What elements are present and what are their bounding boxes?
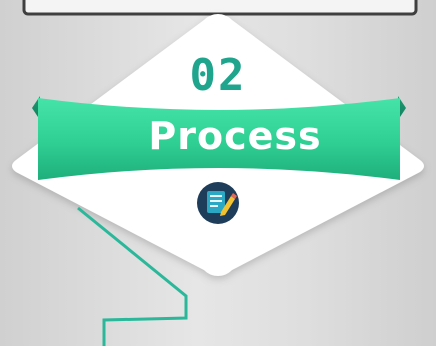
document-edit-icon xyxy=(197,182,239,224)
top-bar xyxy=(22,0,418,16)
step-number: 02 xyxy=(189,50,247,101)
step-title: Process xyxy=(148,114,322,158)
process-step-infographic: 02 Process xyxy=(0,0,436,346)
